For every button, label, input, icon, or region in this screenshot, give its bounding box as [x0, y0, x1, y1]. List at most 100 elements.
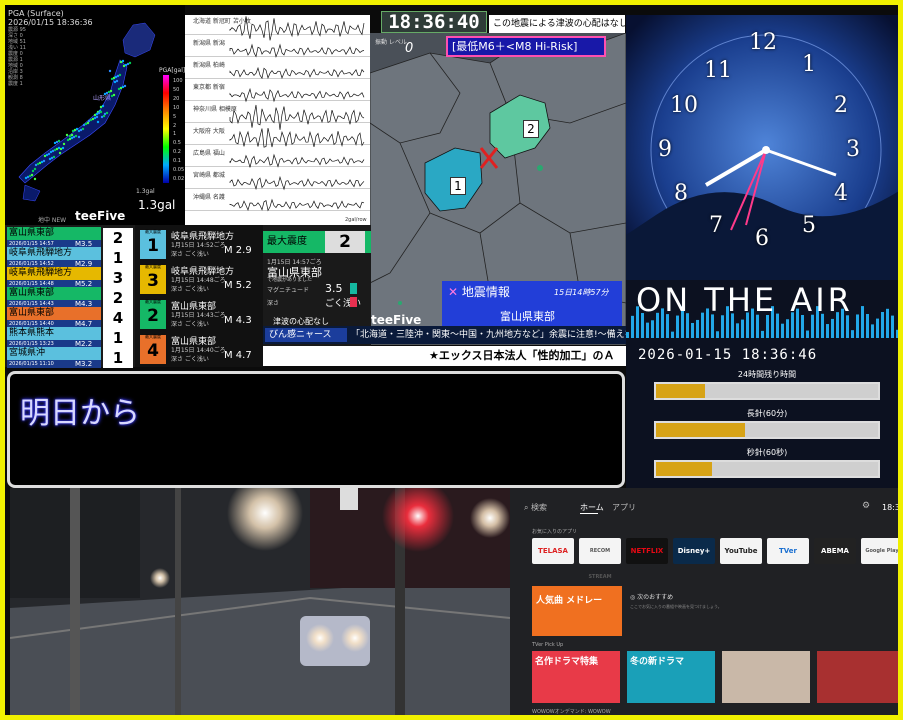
- tver-tile[interactable]: 名作ドラマ特集: [532, 651, 620, 703]
- eq-info-title: ✕ 地震情報: [448, 285, 510, 299]
- clock-number: 1: [802, 52, 816, 77]
- detail-magnitude: M 4.3: [224, 315, 252, 326]
- on-the-air-title: ON THE AIR: [636, 281, 853, 319]
- clock-number: 12: [749, 30, 777, 55]
- detail-time: 1月15日 14:52ごろ: [171, 242, 226, 249]
- multiview-screen: PGA (Surface) 2026/01/15 18:36:36 震源 95 深さ…: [0, 0, 903, 720]
- headline-ticker: ★エックス日本法人「性的加工」のＡ: [263, 346, 626, 366]
- tab-home[interactable]: ホーム: [580, 502, 604, 513]
- app-tile[interactable]: Google Play: [861, 538, 898, 564]
- depth-color: [350, 297, 357, 307]
- bar-label: 24時間残り時間: [737, 370, 797, 379]
- detail-row: 最大震度 3 岐阜県飛騨地方 1月15日 14:48ごろ 深さ ごく浅い M 5.…: [137, 262, 263, 296]
- detail-row: 最大震度 4 富山県東部 1月15日 14:40ごろ 深さ ごく浅い M 4.7: [137, 332, 263, 366]
- recommend-text: ここでお気に入りの番組や映画を見つけましょう。: [630, 604, 722, 609]
- detail-depth: 深さ ごく浅い: [171, 251, 209, 258]
- history-row: 熊本県熊本 2026/01/15 13:23 M2.2 1: [7, 327, 133, 349]
- history-row: 岐阜県飛騨地方 2026/01/15 14:48 M5.2 3: [7, 267, 133, 289]
- detail-intensity-badge: 最大震度 3: [140, 264, 166, 294]
- recommend-title: ◎ 次のおすすめ: [630, 594, 674, 601]
- app-tile[interactable]: NETFLIX: [626, 538, 668, 564]
- waveform-panel: 北海道 新冠町 苫小牧 新潟県 新潟 新潟県 柏崎 東京都 新宿 神奈川県 相模…: [185, 15, 370, 227]
- magnitude-value: 3.5: [325, 282, 343, 295]
- history-region: 富山県東部: [7, 307, 101, 320]
- seismic-tag: 地中 NEW: [38, 217, 67, 224]
- on-the-air-panel: ON THE AIR 2026-01-15 18:36:46 24時間残り時間 …: [626, 280, 898, 490]
- brand-logo: teeFive: [75, 209, 126, 223]
- history-intensity: 2: [103, 228, 133, 248]
- eq-info-date: 15日14時57分: [554, 288, 609, 297]
- shindo-level-label: 振動 レベル: [375, 39, 407, 46]
- minute-hand-bar: [654, 421, 880, 439]
- clock-number: 4: [834, 181, 848, 206]
- map-pin-intensity: 1: [450, 177, 466, 195]
- detail-magnitude: M 5.2: [224, 280, 252, 291]
- seismic-pga-map: PGA (Surface) 2026/01/15 18:36:36 震源 95 深さ…: [5, 5, 185, 225]
- max-intensity-note: で地震がありました: [267, 277, 313, 283]
- caption-text: 明日から: [20, 396, 140, 431]
- history-row: 富山県東部 2026/01/15 14:40 M4.7 4: [7, 307, 133, 329]
- detail-row: 最大震度 2 富山県東部 1月15日 14:43ごろ 深さ ごく浅い M 4.3: [137, 297, 263, 331]
- clock-number: 5: [802, 213, 816, 238]
- headline-text: ★エックス日本法人「性的加工」のＡ: [429, 349, 615, 362]
- detail-intensity-badge: 最大震度 4: [140, 334, 166, 364]
- waveform-scale: 2gal/row: [345, 217, 367, 223]
- app-tile[interactable]: TVer: [767, 538, 809, 564]
- history-mag: M3.2: [75, 360, 93, 368]
- tver-tile[interactable]: 冬の新ドラマ: [627, 651, 715, 703]
- tsunami-notice: この地震による津波の心配はなし: [489, 15, 625, 33]
- depth-label: 深さ: [267, 300, 280, 307]
- app-tile[interactable]: YouTube: [720, 538, 762, 564]
- app-tile[interactable]: Disney+: [673, 538, 715, 564]
- clock-number: 10: [670, 93, 698, 118]
- detail-magnitude: M 2.9: [224, 245, 252, 256]
- clock-number: 11: [704, 58, 732, 83]
- history-row: 宮城県沖 2026/01/15 11:10 M3.2 1: [7, 347, 133, 369]
- app-tile[interactable]: RECOM STREAM: [579, 538, 621, 580]
- brand-logo: teeFive: [371, 313, 422, 327]
- tver-tile[interactable]: [817, 651, 898, 703]
- history-region: 熊本県熊本: [7, 327, 101, 340]
- history-region: 富山県東部: [7, 227, 101, 240]
- pga-scale-label: PGA[gal]: [159, 67, 186, 74]
- max-gal-small: 1.3gal: [136, 188, 155, 195]
- quake-detail-list: 最大震度 1 岐阜県飛騨地方 1月15日 14:52ごろ 深さ ごく浅い M 2.…: [135, 225, 265, 367]
- tver-tile-title: 冬の新ドラマ: [630, 657, 685, 667]
- history-region: 富山県東部: [7, 287, 101, 300]
- app-tile[interactable]: TELASA: [532, 538, 574, 564]
- history-intensity: 1: [103, 248, 133, 268]
- tver-tile-title: 名作ドラマ特集: [535, 657, 599, 667]
- detail-magnitude: M 4.7: [224, 350, 252, 361]
- clock-number: 8: [674, 181, 688, 206]
- history-region: 岐阜県飛騨地方: [7, 267, 101, 280]
- street-scene-icon: [10, 488, 510, 715]
- history-region: 宮城県沖: [7, 347, 101, 360]
- remaining-24h-bar: [654, 382, 880, 400]
- detail-depth: 深さ ごく浅い: [171, 286, 209, 293]
- apps-section-title: お気に入りのアプリ: [532, 529, 578, 535]
- ticker-label: びん感ニャース: [265, 328, 347, 342]
- eq-info-region: 富山県東部: [500, 310, 555, 323]
- ticker-text: 「北海道・三陸沖・関東〜中国・九州地方など」余震に注意!〜備えを〜: [351, 330, 643, 340]
- earthquake-info-box: ✕ 地震情報 15日14時57分 富山県東部: [442, 281, 622, 327]
- magnitude-color: [350, 283, 357, 294]
- pga-colorbar: [163, 75, 169, 183]
- detail-time: 1月15日 14:40ごろ: [171, 347, 226, 354]
- japan-map-icon: 山形県: [18, 22, 156, 202]
- search-tab[interactable]: ⌕ 検索: [524, 502, 547, 513]
- analog-clock: 12 1 2 3 4 5 6 7 8 9 10 11: [626, 15, 898, 280]
- tver-tile[interactable]: [722, 651, 810, 703]
- detail-depth: 深さ ごく浅い: [171, 321, 209, 328]
- digital-clock: 18:36:40: [381, 11, 487, 33]
- tv-clock: 18:36: [882, 503, 903, 512]
- featured-video[interactable]: 人気曲 メドレー: [532, 586, 622, 636]
- settings-gear-icon[interactable]: ⚙: [862, 501, 870, 511]
- tab-apps[interactable]: アプリ: [612, 502, 636, 513]
- tver-section-title: TVer Pick Up: [532, 642, 564, 648]
- clock-number: 3: [846, 137, 860, 162]
- magnitude-label: マグニチュード: [267, 287, 310, 294]
- detail-intensity-badge: 最大震度 2: [140, 299, 166, 329]
- pga-scale-ticks: 100 50 20 10 5 2 1 0.5 0.2 0.1 0.05 0.02: [173, 78, 185, 182]
- history-intensity: 1: [103, 348, 133, 368]
- app-tile[interactable]: ABEMA: [814, 538, 856, 564]
